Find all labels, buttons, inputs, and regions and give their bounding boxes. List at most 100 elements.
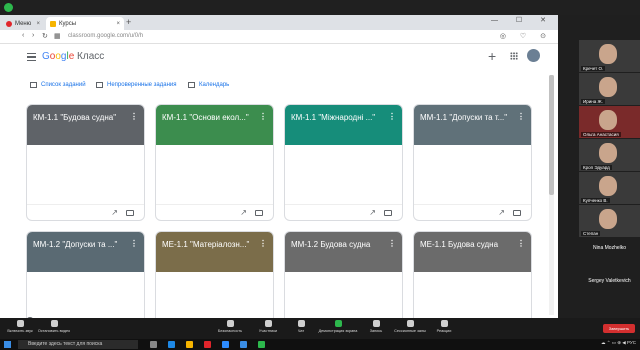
reactions-button[interactable]: Реакции [424,320,464,333]
control-label: Остановить видео [37,329,71,333]
end-meeting-button[interactable]: Завершить [603,324,635,333]
participant-video [599,143,617,163]
course-card[interactable]: КМ-1.1 "Міжнародні ..." ⋮ ↗ [284,104,403,221]
opera-icon[interactable] [204,341,211,348]
participant-video [599,44,617,64]
classroom-logo[interactable]: Google Класс [42,51,104,62]
trending-icon[interactable]: ↗ [240,208,247,217]
store-icon[interactable] [240,341,247,348]
share-screen-button[interactable]: Демонстрация экрана [318,320,358,333]
course-card[interactable]: КМ-1.1 "Будова судна" ⋮ ↗ [26,104,145,221]
security-button[interactable]: Безопасность [210,320,250,333]
folder-icon[interactable] [186,341,193,348]
course-banner [285,105,402,145]
back-icon[interactable]: ‹ [22,32,24,39]
participant-tile[interactable]: Кроп Эдуард [579,139,640,171]
trending-icon[interactable]: ↗ [111,208,118,217]
app-icon[interactable] [258,341,265,348]
more-options-icon[interactable]: ⋮ [130,239,138,248]
folder-icon[interactable] [255,210,263,216]
system-tray[interactable]: ☁ ⌃ ▭ ⊕ ◀ РУС [601,340,636,345]
course-title[interactable]: ММ-1.1 "Допуски та т..." [420,113,515,122]
nav-task-list[interactable]: Список заданий [30,82,86,88]
reload-icon[interactable]: ↻ [42,32,48,40]
tab-menu[interactable]: Меню × [2,17,44,30]
more-options-icon[interactable]: ⋮ [388,112,396,121]
close-icon[interactable]: × [36,21,40,27]
participant-name-only[interactable]: Nina Mozhelko [579,245,640,251]
participant-name-only[interactable]: Sergey Valetkevich [579,278,640,284]
smile-icon [440,320,448,327]
course-title[interactable]: МЕ-1.1 "Матеріалозн..." [162,240,257,249]
tab-courses[interactable]: Курсы × [46,17,124,30]
window-controls[interactable]: — ☐ ✕ [491,16,554,24]
more-options-icon[interactable]: ⋮ [259,112,267,121]
participant-name: Ольга Анастасия [581,132,621,137]
more-options-icon[interactable]: ⋮ [517,112,525,121]
apps-icon[interactable] [510,52,518,60]
address-bar-actions[interactable]: ◎ ♡ ⊙ [500,32,552,40]
more-options-icon[interactable]: ⋮ [130,112,138,121]
taskbar-search[interactable]: Введите здесь текст для поиска [18,340,138,349]
page-scrollbar[interactable] [549,75,554,315]
participant-tile[interactable]: Ольга Анастасия [579,106,640,138]
participant-tile[interactable]: Купченко В. [579,172,640,204]
address-bar: ‹ › ↻ ▦ classroom.google.com/u/0/h ◎ ♡ ⊙ [0,30,558,44]
rooms-icon [406,320,414,327]
course-banner [156,105,273,145]
course-banner [156,232,273,272]
participant-name: Степан [581,231,601,236]
more-options-icon[interactable]: ⋮ [259,239,267,248]
close-icon[interactable]: × [116,21,120,27]
nav-calendar-label: Календарь [199,82,230,88]
course-title[interactable]: ММ-1.2 Будова судна [291,240,386,249]
more-options-icon[interactable]: ⋮ [388,239,396,248]
participant-name: Кречет О. [581,66,606,71]
add-class-button[interactable]: + [488,48,496,64]
folder-icon[interactable] [513,210,521,216]
nav-task-list-label: Список заданий [41,82,86,88]
meeting-top-bar [0,0,640,15]
course-title[interactable]: КМ-1.1 "Міжнародні ..." [291,113,386,122]
trending-icon[interactable]: ↗ [369,208,376,217]
meeting-controls: Включить звук Остановить видео Безопасно… [0,318,640,339]
participant-tile[interactable]: Степан [579,205,640,237]
nav-unchecked-label: Непроверенные задания [107,82,177,88]
course-title[interactable]: ММ-1.2 "Допуски та ..." [33,240,128,249]
course-card[interactable]: ММ-1.1 "Допуски та т..." ⋮ ↗ [413,104,532,221]
folder-icon[interactable] [126,210,134,216]
new-tab-button[interactable]: + [126,17,131,28]
menu-icon[interactable] [27,53,36,61]
folder-icon [96,82,103,88]
nav-calendar[interactable]: Календарь [188,82,229,88]
task-view-icon[interactable] [150,341,157,348]
course-title[interactable]: КМ-1.1 "Будова судна" [33,113,128,122]
nav-unchecked[interactable]: Непроверенные задания [96,82,177,88]
edge-icon[interactable] [168,341,175,348]
shield-icon [226,320,234,327]
course-title[interactable]: КМ-1.1 "Основи екол..." [162,113,257,122]
shield-icon[interactable] [4,3,13,12]
windows-start-icon[interactable] [4,341,11,348]
more-options-icon[interactable]: ⋮ [517,239,525,248]
folder-icon[interactable] [384,210,392,216]
list-icon [30,82,37,88]
course-title[interactable]: МЕ-1.1 Будова судна [420,240,515,249]
scrollbar-thumb[interactable] [549,75,554,195]
chat-button[interactable]: Чат [281,320,321,333]
participant-tile[interactable]: Ирина Ж. [579,73,640,105]
participant-tile[interactable]: Кречет О. [579,40,640,72]
zoom-icon[interactable] [222,341,229,348]
forward-icon[interactable]: › [32,32,34,39]
url-field[interactable]: classroom.google.com/u/0/h [68,33,143,39]
avatar[interactable] [527,49,540,62]
stop-video-button[interactable]: Остановить видео [34,320,74,333]
people-icon [264,320,272,327]
trending-icon[interactable]: ↗ [498,208,505,217]
participant-name: Купченко В. [581,198,610,203]
record-icon [372,320,380,327]
course-footer: ↗ [27,204,144,220]
microphone-icon [16,320,24,327]
grid-icon[interactable]: ▦ [54,32,61,40]
course-card[interactable]: КМ-1.1 "Основи екол..." ⋮ ↗ [155,104,274,221]
